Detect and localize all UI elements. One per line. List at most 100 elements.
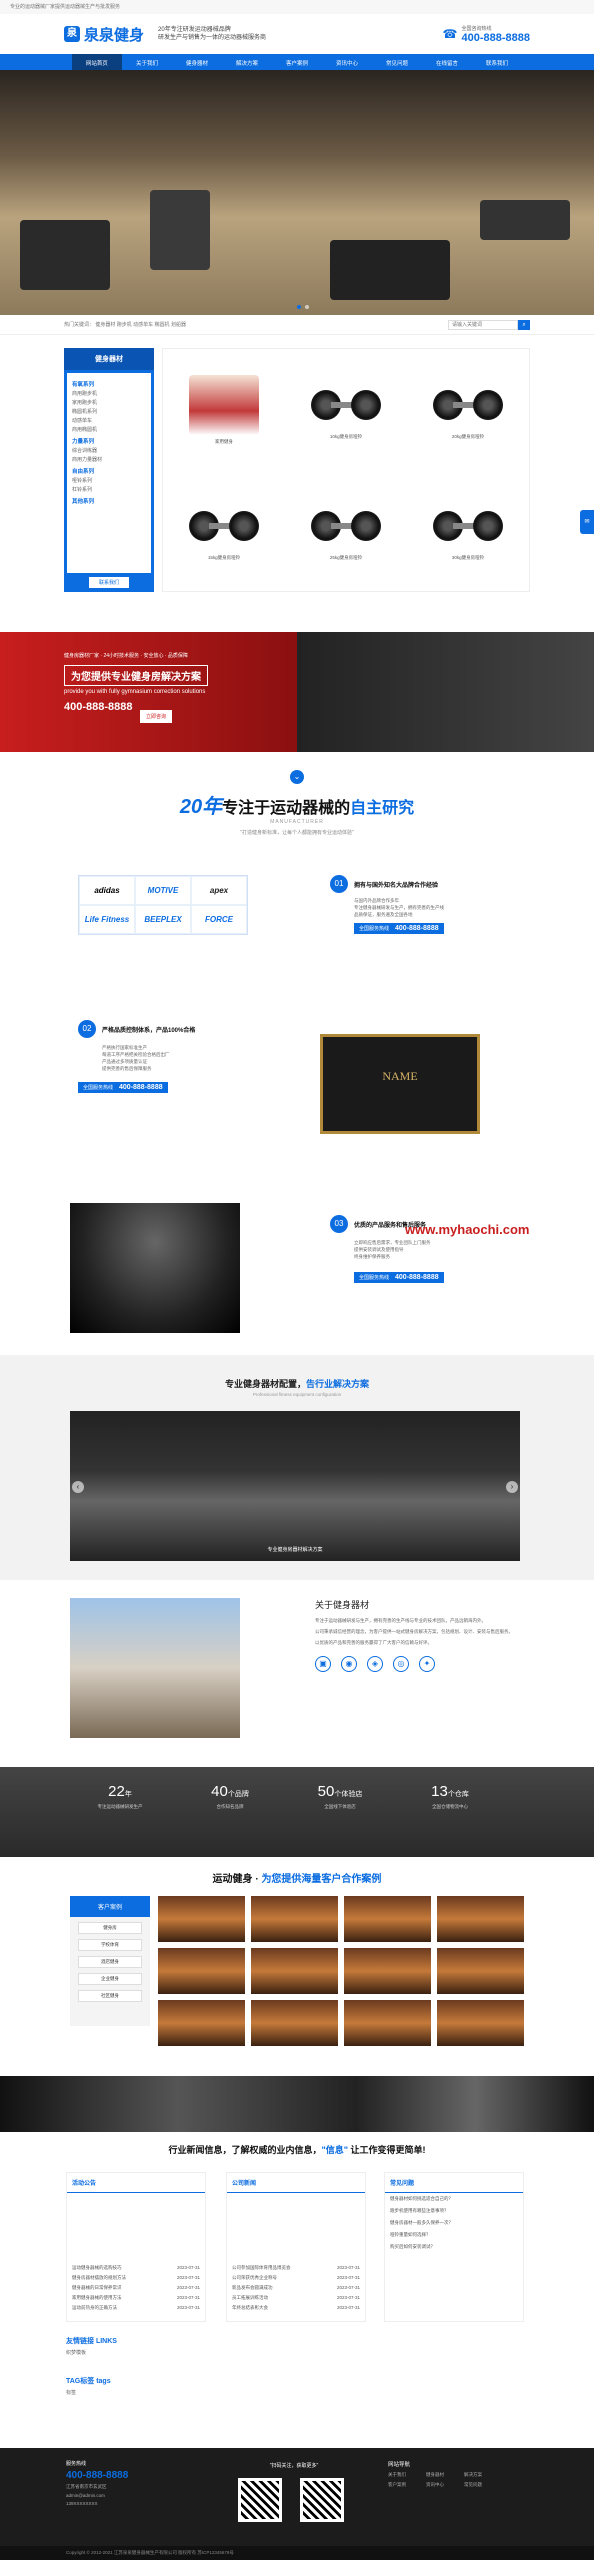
solution-image[interactable]: 专业健身房器材解决方案: [70, 1411, 520, 1561]
arrow-right-icon[interactable]: ›: [506, 1481, 518, 1493]
product-card[interactable]: 10kg健身房哑铃: [285, 349, 407, 470]
news-item[interactable]: 运动前热身的正确方法 2023-07-31: [67, 2303, 205, 2313]
stat-item: 13个仓库 全国仓储物流中心: [431, 1783, 469, 1809]
search-button[interactable]: ⌕: [518, 319, 530, 330]
footer-link[interactable]: 健身器材: [426, 2472, 460, 2478]
news-item[interactable]: 员工拓展训练活动 2023-07-31: [227, 2293, 365, 2303]
news-item[interactable]: 公司荣获优秀企业称号 2023-07-31: [227, 2273, 365, 2283]
sidebar-category[interactable]: 力量系列: [72, 437, 146, 445]
footer-phone: 400-888-8888: [66, 2470, 129, 2481]
faq-item[interactable]: 哑铃重量如何选择？: [385, 2229, 523, 2241]
top-strip: 专业的运动器械厂家提供运动器械生产与批发服务: [0, 0, 594, 14]
faq-item[interactable]: 跑步机使用有哪些注意事项？: [385, 2205, 523, 2217]
nav-item-equipment[interactable]: 健身器材: [172, 54, 222, 70]
sidebar-category[interactable]: 自由系列: [72, 467, 146, 475]
factory-icon[interactable]: ▣: [315, 1656, 331, 1672]
footer-link[interactable]: 常见问题: [464, 2482, 498, 2488]
case-thumb[interactable]: [158, 1896, 245, 1942]
hotline-button[interactable]: 全国服务热线 400-888-8888: [354, 1272, 444, 1283]
service-icon[interactable]: ◎: [393, 1656, 409, 1672]
nav-item-cases[interactable]: 客户案例: [272, 54, 322, 70]
case-category[interactable]: 健身房: [78, 1922, 142, 1934]
award-icon[interactable]: ✦: [419, 1656, 435, 1672]
nav-item-about[interactable]: 关于我们: [122, 54, 172, 70]
case-thumb[interactable]: [251, 1896, 338, 1942]
case-thumb[interactable]: [251, 2000, 338, 2046]
hero-banner[interactable]: [0, 70, 594, 315]
products-section: 健身器材 有氧系列 商用跑步机 家用跑步机 椭圆机系列 动感单车 商用椭圆机 力…: [64, 348, 530, 592]
case-thumb[interactable]: [251, 1948, 338, 1994]
nav-item-home[interactable]: 网站首页: [71, 54, 122, 70]
faq-item[interactable]: 购买后如何安装调试？: [385, 2241, 523, 2253]
product-card[interactable]: 15kg健身房哑铃: [163, 470, 285, 591]
case-thumb[interactable]: [158, 1948, 245, 1994]
case-category[interactable]: 学校体育: [78, 1939, 142, 1951]
case-category[interactable]: 酒店健身: [78, 1956, 142, 1968]
hero-machine: [20, 220, 110, 290]
news-item[interactable]: 年终总结表彰大会 2023-07-31: [227, 2303, 365, 2313]
case-category[interactable]: 社区健身: [78, 1990, 142, 2002]
logo[interactable]: 泉 泉泉健身 20年专注研发运动器械品牌 研发生产与销售为一体的运动器械服务商: [64, 24, 266, 45]
faq-item[interactable]: 健身房器材一般多久保养一次？: [385, 2217, 523, 2229]
banner-consult-button[interactable]: 立即咨询: [140, 710, 173, 723]
news-item[interactable]: 健身器械的日常保养常识 2023-07-31: [67, 2283, 205, 2293]
nav-item-faq[interactable]: 常见问题: [372, 54, 422, 70]
nav-item-news[interactable]: 资讯中心: [322, 54, 372, 70]
floating-service-button[interactable]: ✉: [580, 510, 594, 534]
sidebar-item[interactable]: 家用跑步机: [72, 399, 146, 406]
footer-link[interactable]: 资讯中心: [426, 2482, 460, 2488]
header: 泉 泉泉健身 20年专注研发运动器械品牌 研发生产与销售为一体的运动器械服务商 …: [0, 14, 594, 54]
footer-link[interactable]: 解决方案: [464, 2472, 498, 2478]
case-thumb[interactable]: [158, 2000, 245, 2046]
sidebar-item[interactable]: 哑铃系列: [72, 477, 146, 484]
search-input[interactable]: [448, 319, 518, 330]
case-category[interactable]: 企业健身: [78, 1973, 142, 1985]
sidebar-category[interactable]: 其他系列: [72, 497, 146, 505]
truck-icon[interactable]: ◈: [367, 1656, 383, 1672]
product-card[interactable]: 家用健身: [163, 349, 285, 470]
sidebar-item[interactable]: 商用力量器材: [72, 456, 146, 463]
nav-item-solution[interactable]: 解决方案: [222, 54, 272, 70]
news-item[interactable]: 健身房器材摆放的规划方法 2023-07-31: [67, 2273, 205, 2283]
news-item[interactable]: 新品发布会圆满成功 2023-07-31: [227, 2283, 365, 2293]
sidebar-item[interactable]: 椭圆机系列: [72, 408, 146, 415]
news-item[interactable]: 公司参加国际体育用品博览会 2023-07-31: [227, 2263, 365, 2273]
hotline-button[interactable]: 全国服务热线 400-888-8888: [78, 1082, 168, 1093]
footer-link[interactable]: 客户案例: [388, 2482, 422, 2488]
product-image: [428, 501, 508, 551]
slide-dot[interactable]: [297, 305, 301, 309]
hotline-button[interactable]: 全国服务热线 400-888-8888: [354, 923, 444, 934]
sidebar-item[interactable]: 动感单车: [72, 417, 146, 424]
friend-link[interactable]: 织梦模板: [66, 2349, 117, 2356]
product-card[interactable]: 25kg健身房哑铃: [285, 470, 407, 591]
sidebar-item[interactable]: 商用跑步机: [72, 390, 146, 397]
sidebar-contact-button[interactable]: 联系我们: [89, 577, 129, 588]
brand-logo: apex: [191, 876, 247, 905]
case-thumb[interactable]: [344, 2000, 431, 2046]
case-thumb[interactable]: [344, 1896, 431, 1942]
header-phone: ☎ 全国咨询热线 400-888-8888: [442, 25, 530, 44]
arrow-left-icon[interactable]: ‹: [72, 1481, 84, 1493]
product-card[interactable]: 30kg健身房哑铃: [407, 470, 529, 591]
sidebar-title: 健身器材: [64, 348, 154, 370]
case-thumb[interactable]: [344, 1948, 431, 1994]
footer-link[interactable]: 关于我们: [388, 2472, 422, 2478]
sidebar-item[interactable]: 杠铃系列: [72, 486, 146, 493]
sidebar-category[interactable]: 有氧系列: [72, 380, 146, 388]
sidebar-item[interactable]: 综合训练器: [72, 447, 146, 454]
slide-dot[interactable]: [305, 305, 309, 309]
tag-link[interactable]: 标签: [66, 2389, 111, 2396]
team-icon[interactable]: ◉: [341, 1656, 357, 1672]
sidebar-item[interactable]: 商用椭圆机: [72, 426, 146, 433]
nav-item-contact[interactable]: 联系我们: [472, 54, 522, 70]
product-card[interactable]: 20kg健身房哑铃: [407, 349, 529, 470]
case-thumb[interactable]: [437, 2000, 524, 2046]
news-item[interactable]: 运动健身器械的选购技巧 2023-07-31: [67, 2263, 205, 2273]
wechat-qr-code: [238, 2478, 282, 2522]
news-column: 活动公告 运动健身器械的选购技巧 2023-07-31 健身房器材摆放的规划方法 2…: [66, 2172, 206, 2322]
case-thumb[interactable]: [437, 1896, 524, 1942]
nav-item-message[interactable]: 在线留言: [422, 54, 472, 70]
news-item[interactable]: 家用健身器械的使用方法 2023-07-31: [67, 2293, 205, 2303]
case-thumb[interactable]: [437, 1948, 524, 1994]
faq-item[interactable]: 健身器材如何挑选适合自己的？: [385, 2193, 523, 2205]
